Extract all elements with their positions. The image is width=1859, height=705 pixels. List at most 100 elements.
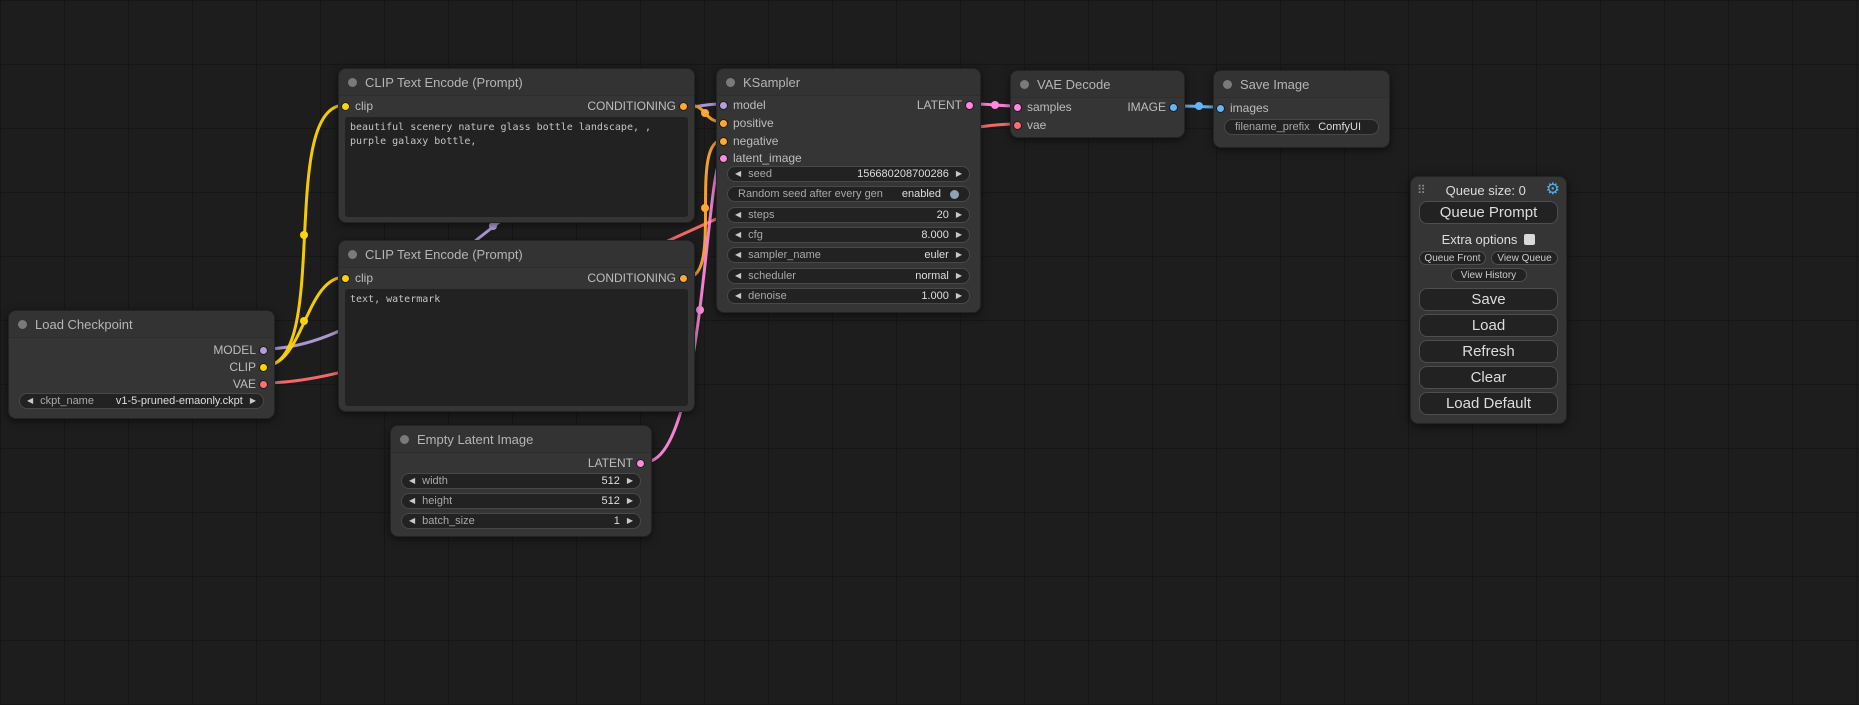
widget-batch-size[interactable]: ◀ batch_size 1 ▶	[401, 513, 641, 529]
queue-front-button[interactable]: Queue Front	[1419, 251, 1486, 265]
increment-arrow-icon[interactable]: ▶	[627, 474, 633, 488]
increment-arrow-icon[interactable]: ▶	[956, 228, 962, 242]
collapse-dot-icon[interactable]	[1223, 80, 1232, 89]
collapse-dot-icon[interactable]	[348, 78, 357, 87]
vae-input-port[interactable]	[1013, 121, 1022, 130]
queue-prompt-button[interactable]: Queue Prompt	[1419, 201, 1558, 224]
widget-ckpt-name[interactable]: ◀ ckpt_name v1-5-pruned-emaonly.ckpt ▶	[19, 393, 264, 409]
decrement-arrow-icon[interactable]: ◀	[27, 394, 33, 408]
widget-sampler-name[interactable]: ◀ sampler_name euler ▶	[727, 247, 970, 263]
node-titlebar[interactable]: Save Image	[1214, 71, 1389, 98]
clip-output-port[interactable]	[259, 363, 268, 372]
toggle-dot-icon[interactable]	[950, 190, 959, 199]
increment-arrow-icon[interactable]: ▶	[627, 494, 633, 508]
link-midpoint-dot	[701, 204, 709, 212]
widget-width[interactable]: ◀ width 512 ▶	[401, 473, 641, 489]
collapse-dot-icon[interactable]	[348, 250, 357, 259]
slot-clip-output: CLIP	[229, 359, 274, 375]
decrement-arrow-icon[interactable]: ◀	[735, 289, 741, 303]
widget-cfg[interactable]: ◀ cfg 8.000 ▶	[727, 227, 970, 243]
conditioning-output-port[interactable]	[679, 102, 688, 111]
widget-filename-prefix[interactable]: filename_prefix ComfyUI	[1224, 119, 1379, 135]
clear-button[interactable]: Clear	[1419, 366, 1558, 389]
node-load-checkpoint[interactable]: Load Checkpoint MODEL CLIP VAE ◀ ckpt_na…	[8, 310, 275, 419]
queue-small-buttons-row: Queue Front View Queue	[1419, 251, 1558, 265]
refresh-button[interactable]: Refresh	[1419, 340, 1558, 363]
decrement-arrow-icon[interactable]: ◀	[409, 514, 415, 528]
conditioning-output-port[interactable]	[679, 274, 688, 283]
queue-panel[interactable]: ⠿ Queue size: 0 ⚙ Queue Prompt Extra opt…	[1410, 176, 1567, 424]
negative-input-port[interactable]	[719, 137, 728, 146]
widget-name: seed	[748, 168, 772, 180]
decrement-arrow-icon[interactable]: ◀	[735, 167, 741, 181]
collapse-dot-icon[interactable]	[726, 78, 735, 87]
decrement-arrow-icon[interactable]: ◀	[735, 269, 741, 283]
increment-arrow-icon[interactable]: ▶	[627, 514, 633, 528]
positive-input-port[interactable]	[719, 119, 728, 128]
prompt-textarea[interactable]: beautiful scenery nature glass bottle la…	[345, 117, 688, 217]
widget-value: 1	[614, 515, 620, 527]
widget-name: scheduler	[748, 270, 796, 282]
node-clip-text-encode-positive[interactable]: CLIP Text Encode (Prompt) clip CONDITION…	[338, 68, 695, 223]
latent-output-port[interactable]	[636, 459, 645, 468]
clip-input-port[interactable]	[341, 274, 350, 283]
increment-arrow-icon[interactable]: ▶	[956, 269, 962, 283]
collapse-dot-icon[interactable]	[18, 320, 27, 329]
collapse-dot-icon[interactable]	[400, 435, 409, 444]
latent-output-port[interactable]	[965, 101, 974, 110]
widget-random-seed-toggle[interactable]: Random seed after every gen enabled	[727, 186, 970, 202]
vae-output-port[interactable]	[259, 380, 268, 389]
extra-options-label: Extra options	[1442, 232, 1518, 247]
load-default-button[interactable]: Load Default	[1419, 392, 1558, 415]
node-titlebar[interactable]: CLIP Text Encode (Prompt)	[339, 69, 694, 96]
node-titlebar[interactable]: VAE Decode	[1011, 71, 1184, 98]
load-button[interactable]: Load	[1419, 314, 1558, 337]
slot-vae-output: VAE	[233, 376, 274, 392]
node-save-image[interactable]: Save Image images filename_prefix ComfyU…	[1213, 70, 1390, 148]
node-graph-canvas[interactable]: Load Checkpoint MODEL CLIP VAE ◀ ckpt_na…	[0, 0, 1859, 705]
increment-arrow-icon[interactable]: ▶	[956, 248, 962, 262]
widget-name: filename_prefix	[1235, 121, 1310, 133]
model-input-port[interactable]	[719, 101, 728, 110]
latent-image-input-port[interactable]	[719, 154, 728, 163]
decrement-arrow-icon[interactable]: ◀	[735, 228, 741, 242]
increment-arrow-icon[interactable]: ▶	[250, 394, 256, 408]
widget-steps[interactable]: ◀ steps 20 ▶	[727, 207, 970, 223]
node-titlebar[interactable]: Load Checkpoint	[9, 311, 274, 338]
model-output-port[interactable]	[259, 346, 268, 355]
collapse-dot-icon[interactable]	[1020, 80, 1029, 89]
save-button[interactable]: Save	[1419, 288, 1558, 311]
increment-arrow-icon[interactable]: ▶	[956, 208, 962, 222]
slot-label: CLIP	[229, 360, 256, 374]
widget-height[interactable]: ◀ height 512 ▶	[401, 493, 641, 509]
slot-label: CONDITIONING	[587, 271, 676, 285]
node-titlebar[interactable]: CLIP Text Encode (Prompt)	[339, 241, 694, 268]
extra-options-checkbox[interactable]	[1524, 234, 1535, 245]
node-titlebar[interactable]: KSampler	[717, 69, 980, 96]
prompt-textarea[interactable]: text, watermark	[345, 289, 688, 406]
samples-input-port[interactable]	[1013, 103, 1022, 112]
decrement-arrow-icon[interactable]: ◀	[735, 248, 741, 262]
node-vae-decode[interactable]: VAE Decode samples IMAGE vae	[1010, 70, 1185, 138]
decrement-arrow-icon[interactable]: ◀	[409, 474, 415, 488]
node-empty-latent-image[interactable]: Empty Latent Image LATENT ◀ width 512 ▶ …	[390, 425, 652, 537]
increment-arrow-icon[interactable]: ▶	[956, 289, 962, 303]
view-history-button[interactable]: View History	[1451, 268, 1527, 282]
images-input-port[interactable]	[1216, 104, 1225, 113]
settings-gear-icon[interactable]: ⚙	[1546, 181, 1560, 199]
decrement-arrow-icon[interactable]: ◀	[735, 208, 741, 222]
view-queue-button[interactable]: View Queue	[1491, 251, 1558, 265]
image-output-port[interactable]	[1169, 103, 1178, 112]
clip-input-port[interactable]	[341, 102, 350, 111]
node-titlebar[interactable]: Empty Latent Image	[391, 426, 651, 453]
node-title: CLIP Text Encode (Prompt)	[365, 247, 523, 262]
drag-handle-icon[interactable]: ⠿	[1417, 181, 1426, 199]
decrement-arrow-icon[interactable]: ◀	[409, 494, 415, 508]
widget-scheduler[interactable]: ◀ scheduler normal ▶	[727, 268, 970, 284]
node-clip-text-encode-negative[interactable]: CLIP Text Encode (Prompt) clip CONDITION…	[338, 240, 695, 412]
increment-arrow-icon[interactable]: ▶	[956, 167, 962, 181]
widget-seed[interactable]: ◀ seed 156680208700286 ▶	[727, 166, 970, 182]
node-ksampler[interactable]: KSampler model LATENT positive negative …	[716, 68, 981, 313]
slot-label: images	[1230, 101, 1269, 115]
widget-denoise[interactable]: ◀ denoise 1.000 ▶	[727, 288, 970, 304]
